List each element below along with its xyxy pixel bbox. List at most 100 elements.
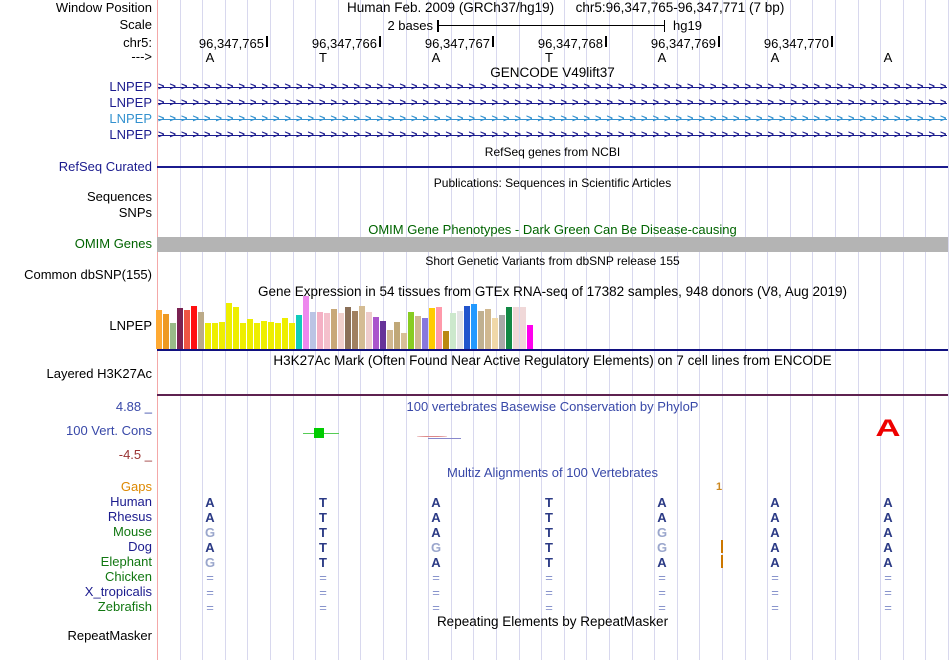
gtex-expression-bar[interactable] [289, 323, 295, 349]
phylop-positive-block[interactable] [314, 428, 324, 438]
gtex-expression-bar[interactable] [268, 322, 274, 349]
gtex-expression-bar[interactable] [359, 306, 365, 349]
gtex-expression-bar[interactable] [492, 318, 498, 349]
gtex-expression-bar[interactable] [247, 319, 253, 349]
track-label-lnpep[interactable]: LNPEP [0, 319, 152, 333]
track-label-window-position[interactable]: Window Position [0, 1, 152, 15]
gtex-expression-bar[interactable] [443, 331, 449, 349]
track-label-snps[interactable]: SNPs [0, 206, 152, 220]
track-title[interactable]: 100 vertebrates Basewise Conservation by… [157, 400, 948, 414]
gtex-expression-bar[interactable] [282, 318, 288, 349]
track-title[interactable]: Publications: Sequences in Scientific Ar… [157, 176, 948, 190]
gtex-expression-bar[interactable] [471, 304, 477, 349]
phylop-wiggle-blue[interactable] [428, 437, 461, 439]
track-title[interactable]: H3K27Ac Mark (Often Found Near Active Re… [157, 354, 948, 368]
track-title[interactable]: Repeating Elements by RepeatMasker [157, 615, 948, 629]
gtex-expression-bar[interactable] [331, 309, 337, 349]
track-label-layered-h3k27ac[interactable]: Layered H3K27Ac [0, 367, 152, 381]
gene-track-lnpep[interactable]: > > > > > > > > > > > > > > > > > > > > > > > > > > > > > > > > > > > > > > > >… [158, 113, 947, 125]
gtex-expression-bar[interactable] [429, 308, 435, 349]
gtex-expression-bar[interactable] [317, 312, 323, 349]
track-label-dog[interactable]: Dog [0, 540, 152, 554]
gtex-expression-bar[interactable] [219, 322, 225, 349]
phylop-negative-base-a[interactable]: A [852, 417, 925, 441]
track-label-rhesus[interactable]: Rhesus [0, 510, 152, 524]
gene-track-lnpep[interactable]: > > > > > > > > > > > > > > > > > > > > > > > > > > > > > > > > > > > > > > > >… [158, 129, 947, 141]
refseq-curated-gene-line[interactable] [157, 166, 948, 168]
gtex-expression-bar[interactable] [296, 315, 302, 349]
gtex-expression-bar[interactable] [366, 312, 372, 349]
gtex-expression-bar[interactable] [380, 321, 386, 349]
track-label-human[interactable]: Human [0, 495, 152, 509]
track-label-lnpep[interactable]: LNPEP [0, 80, 152, 94]
track-label-mouse[interactable]: Mouse [0, 525, 152, 539]
gtex-expression-bar[interactable] [156, 310, 162, 349]
track-label-scale[interactable]: Scale [0, 18, 152, 32]
track-label--[interactable]: ---> [0, 50, 152, 64]
gtex-expression-bar[interactable] [464, 306, 470, 349]
track-label-chr5-[interactable]: chr5: [0, 36, 152, 50]
gtex-expression-bar[interactable] [240, 323, 246, 349]
gtex-expression-bar[interactable] [191, 306, 197, 349]
gtex-expression-bar[interactable] [478, 311, 484, 349]
gtex-expression-bar[interactable] [303, 296, 309, 349]
track-label-elephant[interactable]: Elephant [0, 555, 152, 569]
gtex-expression-bar[interactable] [485, 309, 491, 349]
gtex-expression-bar[interactable] [422, 318, 428, 349]
gtex-expression-bar[interactable] [233, 307, 239, 349]
gtex-expression-bar[interactable] [324, 313, 330, 349]
track-label-chicken[interactable]: Chicken [0, 570, 152, 584]
h3k27ac-baseline[interactable] [157, 394, 948, 396]
track-label-gaps[interactable]: Gaps [0, 480, 152, 494]
track-title[interactable]: RefSeq genes from NCBI [157, 145, 948, 159]
track-title[interactable]: GENCODE V49lift37 [157, 66, 948, 80]
gtex-expression-bar[interactable] [513, 307, 519, 349]
track-title[interactable]: Short Genetic Variants from dbSNP releas… [157, 254, 948, 268]
gtex-expression-bar[interactable] [387, 330, 393, 349]
track-label-zebrafish[interactable]: Zebrafish [0, 600, 152, 614]
gtex-expression-bar[interactable] [254, 323, 260, 349]
gtex-expression-bar[interactable] [450, 313, 456, 349]
gtex-expression-bar[interactable] [499, 315, 505, 349]
gtex-expression-bar[interactable] [310, 312, 316, 349]
track-label-refseq-curated[interactable]: RefSeq Curated [0, 160, 152, 174]
track-title[interactable]: Multiz Alignments of 100 Vertebrates [157, 466, 948, 480]
track-label-lnpep[interactable]: LNPEP [0, 128, 152, 142]
gtex-expression-bar[interactable] [527, 325, 533, 349]
gtex-expression-bar[interactable] [338, 313, 344, 349]
track-label-omim-genes[interactable]: OMIM Genes [0, 237, 152, 251]
gtex-expression-bar[interactable] [408, 312, 414, 349]
gtex-expression-bar[interactable] [226, 303, 232, 349]
track-title[interactable]: OMIM Gene Phenotypes - Dark Green Can Be… [157, 223, 948, 237]
track-label--4-5-[interactable]: -4.5 _ [0, 448, 152, 462]
gtex-expression-bar[interactable] [261, 321, 267, 349]
gtex-expression-bar[interactable] [163, 314, 169, 349]
gtex-expression-bar[interactable] [205, 323, 211, 349]
gtex-expression-bar[interactable] [520, 307, 526, 349]
track-label-repeatmasker[interactable]: RepeatMasker [0, 629, 152, 643]
gene-track-lnpep[interactable]: > > > > > > > > > > > > > > > > > > > > > > > > > > > > > > > > > > > > > > > >… [158, 81, 947, 93]
gtex-expression-bar[interactable] [401, 333, 407, 349]
gtex-expression-bar[interactable] [506, 307, 512, 349]
track-label-4-88-[interactable]: 4.88 _ [0, 400, 152, 414]
gtex-expression-bar[interactable] [415, 316, 421, 349]
track-label-100-vert-cons[interactable]: 100 Vert. Cons [0, 424, 152, 438]
gtex-expression-bar[interactable] [352, 311, 358, 349]
gtex-expression-bar[interactable] [198, 312, 204, 349]
gene-track-lnpep[interactable]: > > > > > > > > > > > > > > > > > > > > > > > > > > > > > > > > > > > > > > > >… [158, 97, 947, 109]
gtex-expression-bar[interactable] [184, 310, 190, 349]
track-label-x-tropicalis[interactable]: X_tropicalis [0, 585, 152, 599]
gtex-expression-bar[interactable] [373, 317, 379, 349]
gtex-expression-bar[interactable] [436, 307, 442, 349]
track-label-lnpep[interactable]: LNPEP [0, 112, 152, 126]
gtex-expression-bar[interactable] [177, 308, 183, 349]
gtex-expression-bar[interactable] [212, 323, 218, 349]
track-label-lnpep[interactable]: LNPEP [0, 96, 152, 110]
track-title[interactable]: Gene Expression in 54 tissues from GTEx … [157, 285, 948, 299]
gtex-expression-bar[interactable] [457, 311, 463, 349]
gtex-expression-bar[interactable] [345, 307, 351, 349]
gtex-expression-bar[interactable] [394, 322, 400, 349]
track-label-sequences[interactable]: Sequences [0, 190, 152, 204]
omim-gene-bar[interactable] [157, 237, 948, 252]
gtex-expression-bar[interactable] [170, 323, 176, 349]
